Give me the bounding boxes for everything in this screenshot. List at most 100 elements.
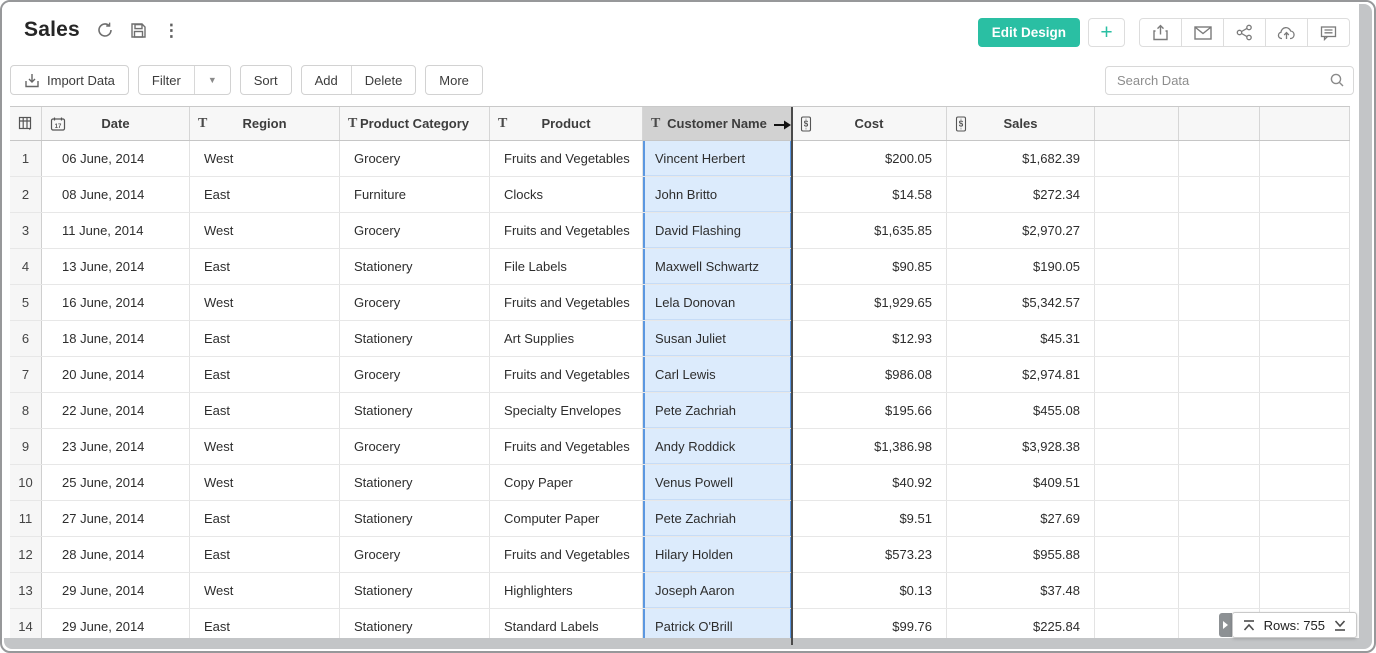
cell-empty[interactable] bbox=[1179, 429, 1260, 464]
cell-date[interactable]: 06 June, 2014 bbox=[42, 141, 190, 176]
header-cell-product-category[interactable]: TProduct Category bbox=[340, 107, 490, 140]
cell-region[interactable]: East bbox=[190, 501, 340, 536]
horizontal-scrollbar[interactable] bbox=[4, 638, 1372, 649]
cell-num[interactable]: 1 bbox=[10, 141, 42, 176]
cell-empty[interactable] bbox=[1095, 573, 1179, 608]
cell-customer[interactable]: Hilary Holden bbox=[643, 537, 792, 572]
cell-empty[interactable] bbox=[1095, 321, 1179, 356]
header-cell-product[interactable]: TProduct bbox=[490, 107, 643, 140]
cell-cost[interactable]: $1,386.98 bbox=[792, 429, 947, 464]
cell-customer[interactable]: Joseph Aaron bbox=[643, 573, 792, 608]
cell-num[interactable]: 5 bbox=[10, 285, 42, 320]
header-corner-cell[interactable] bbox=[10, 107, 42, 140]
filter-dropdown-button[interactable]: ▼ bbox=[194, 66, 230, 94]
cell-category[interactable]: Stationery bbox=[340, 321, 490, 356]
add-new-button[interactable]: + bbox=[1088, 18, 1125, 47]
cell-region[interactable]: West bbox=[190, 429, 340, 464]
cell-empty[interactable] bbox=[1260, 177, 1350, 212]
cell-product[interactable]: Fruits and Vegetables bbox=[490, 285, 643, 320]
upload-button[interactable] bbox=[1265, 18, 1308, 47]
save-button[interactable] bbox=[130, 22, 147, 39]
cell-region[interactable]: East bbox=[190, 177, 340, 212]
scroll-to-top-button[interactable] bbox=[1242, 619, 1256, 632]
cell-date[interactable]: 16 June, 2014 bbox=[42, 285, 190, 320]
cell-region[interactable]: East bbox=[190, 321, 340, 356]
cell-empty[interactable] bbox=[1260, 285, 1350, 320]
cell-sales[interactable]: $2,974.81 bbox=[947, 357, 1095, 392]
cell-empty[interactable] bbox=[1095, 501, 1179, 536]
cell-sales[interactable]: $409.51 bbox=[947, 465, 1095, 500]
cell-num[interactable]: 11 bbox=[10, 501, 42, 536]
cell-empty[interactable] bbox=[1179, 357, 1260, 392]
share-button[interactable] bbox=[1223, 18, 1266, 47]
cell-empty[interactable] bbox=[1260, 501, 1350, 536]
title-menu-button[interactable]: ⋮ bbox=[163, 22, 180, 39]
cell-empty[interactable] bbox=[1260, 213, 1350, 248]
cell-cost[interactable]: $90.85 bbox=[792, 249, 947, 284]
header-cell-empty[interactable] bbox=[1179, 107, 1260, 140]
cell-empty[interactable] bbox=[1179, 501, 1260, 536]
cell-empty[interactable] bbox=[1179, 537, 1260, 572]
more-button[interactable]: More bbox=[425, 65, 483, 95]
cell-empty[interactable] bbox=[1095, 393, 1179, 428]
scroll-to-bottom-button[interactable] bbox=[1333, 619, 1347, 632]
cell-empty[interactable] bbox=[1095, 357, 1179, 392]
cell-sales[interactable]: $3,928.38 bbox=[947, 429, 1095, 464]
cell-empty[interactable] bbox=[1179, 393, 1260, 428]
cell-customer[interactable]: Lela Donovan bbox=[643, 285, 792, 320]
cell-cost[interactable]: $1,929.65 bbox=[792, 285, 947, 320]
cell-category[interactable]: Stationery bbox=[340, 573, 490, 608]
cell-empty[interactable] bbox=[1260, 249, 1350, 284]
cell-cost[interactable]: $12.93 bbox=[792, 321, 947, 356]
delete-button[interactable]: Delete bbox=[351, 66, 416, 94]
cell-region[interactable]: West bbox=[190, 465, 340, 500]
cell-empty[interactable] bbox=[1179, 213, 1260, 248]
cell-num[interactable]: 6 bbox=[10, 321, 42, 356]
cell-customer[interactable]: Susan Juliet bbox=[643, 321, 792, 356]
header-cell-region[interactable]: TRegion bbox=[190, 107, 340, 140]
cell-sales[interactable]: $1,682.39 bbox=[947, 141, 1095, 176]
cell-date[interactable]: 18 June, 2014 bbox=[42, 321, 190, 356]
cell-product[interactable]: Fruits and Vegetables bbox=[490, 141, 643, 176]
cell-product[interactable]: Copy Paper bbox=[490, 465, 643, 500]
import-data-button[interactable]: Import Data bbox=[10, 65, 129, 95]
cell-empty[interactable] bbox=[1179, 465, 1260, 500]
cell-sales[interactable]: $455.08 bbox=[947, 393, 1095, 428]
cell-cost[interactable]: $40.92 bbox=[792, 465, 947, 500]
cell-cost[interactable]: $14.58 bbox=[792, 177, 947, 212]
header-cell-customer-name[interactable]: TCustomer Name bbox=[643, 107, 792, 140]
cell-empty[interactable] bbox=[1260, 573, 1350, 608]
cell-sales[interactable]: $190.05 bbox=[947, 249, 1095, 284]
cell-date[interactable]: 22 June, 2014 bbox=[42, 393, 190, 428]
cell-product[interactable]: Highlighters bbox=[490, 573, 643, 608]
cell-empty[interactable] bbox=[1179, 249, 1260, 284]
cell-empty[interactable] bbox=[1179, 573, 1260, 608]
cell-customer[interactable]: Pete Zachriah bbox=[643, 393, 792, 428]
cell-customer[interactable]: Maxwell Schwartz bbox=[643, 249, 792, 284]
cell-sales[interactable]: $2,970.27 bbox=[947, 213, 1095, 248]
cell-category[interactable]: Stationery bbox=[340, 249, 490, 284]
cell-product[interactable]: Specialty Envelopes bbox=[490, 393, 643, 428]
search-input[interactable] bbox=[1105, 66, 1354, 95]
cell-region[interactable]: West bbox=[190, 573, 340, 608]
cell-num[interactable]: 12 bbox=[10, 537, 42, 572]
cell-product[interactable]: Fruits and Vegetables bbox=[490, 213, 643, 248]
refresh-button[interactable] bbox=[96, 21, 114, 39]
cell-category[interactable]: Grocery bbox=[340, 537, 490, 572]
cell-date[interactable]: 28 June, 2014 bbox=[42, 537, 190, 572]
cell-product[interactable]: Fruits and Vegetables bbox=[490, 537, 643, 572]
cell-num[interactable]: 4 bbox=[10, 249, 42, 284]
cell-category[interactable]: Stationery bbox=[340, 501, 490, 536]
cell-num[interactable]: 8 bbox=[10, 393, 42, 428]
cell-cost[interactable]: $195.66 bbox=[792, 393, 947, 428]
cell-cost[interactable]: $9.51 bbox=[792, 501, 947, 536]
cell-empty[interactable] bbox=[1179, 285, 1260, 320]
column-resize-line[interactable] bbox=[791, 107, 793, 645]
cell-sales[interactable]: $27.69 bbox=[947, 501, 1095, 536]
edit-design-button[interactable]: Edit Design bbox=[978, 18, 1080, 47]
cell-date[interactable]: 08 June, 2014 bbox=[42, 177, 190, 212]
cell-cost[interactable]: $200.05 bbox=[792, 141, 947, 176]
cell-num[interactable]: 10 bbox=[10, 465, 42, 500]
cell-num[interactable]: 2 bbox=[10, 177, 42, 212]
cell-product[interactable]: Clocks bbox=[490, 177, 643, 212]
